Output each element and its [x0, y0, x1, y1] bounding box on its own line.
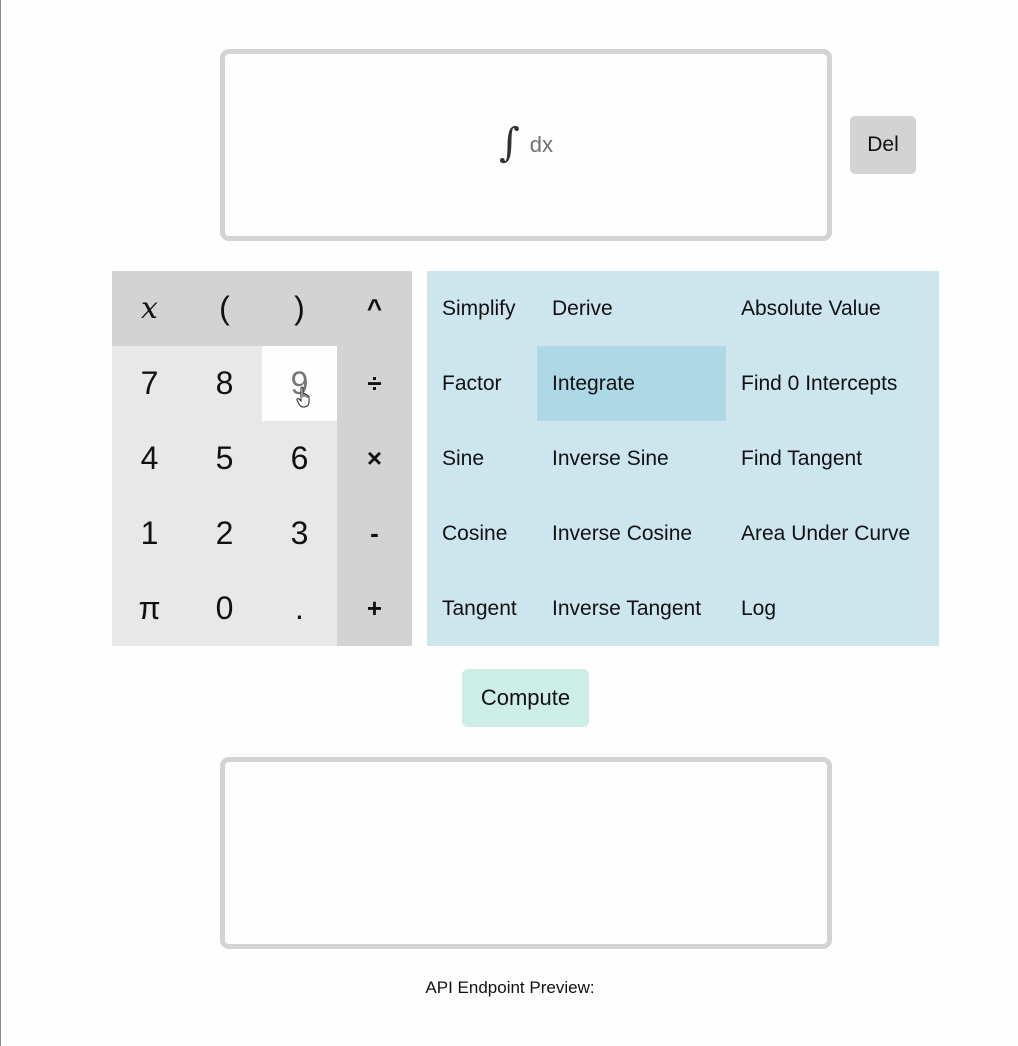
key-label: x: [141, 291, 158, 326]
fn-tangent[interactable]: Tangent: [427, 571, 537, 646]
key-pi[interactable]: π: [112, 571, 187, 646]
differential-label: dx: [529, 132, 554, 157]
key-label: π: [138, 590, 161, 626]
key-x[interactable]: x: [112, 271, 187, 346]
fn-inverse-sine[interactable]: Inverse Sine: [537, 421, 726, 496]
key-close-paren[interactable]: ): [262, 271, 337, 346]
key-decimal[interactable]: .: [262, 571, 337, 646]
keypad: x () ^ 7 8 9 ÷ 4 5 6 × 1 2 3 - π 0. +: [112, 271, 412, 646]
output-display: [220, 757, 832, 949]
key-plus[interactable]: +: [337, 571, 412, 646]
key-label: ÷: [367, 368, 382, 398]
fn-factor[interactable]: Factor: [427, 346, 537, 421]
fn-derive[interactable]: Derive: [537, 271, 726, 346]
key-label: ×: [366, 443, 383, 473]
fn-find-tangent[interactable]: Find Tangent: [726, 421, 939, 496]
key-1[interactable]: 1: [112, 496, 187, 571]
key-2[interactable]: 2: [187, 496, 262, 571]
fn-sine[interactable]: Sine: [427, 421, 537, 496]
function-panel: Simplify Derive Absolute Value Factor Integr…: [427, 271, 939, 646]
key-label: 1: [140, 515, 159, 551]
key-3[interactable]: 3: [262, 496, 337, 571]
key-4[interactable]: 4: [112, 421, 187, 496]
integral-symbol: ∫: [498, 120, 520, 166]
key-0[interactable]: 0: [187, 571, 262, 646]
key-label: 4: [140, 440, 159, 476]
delete-button[interactable]: Del: [850, 116, 916, 174]
key-5[interactable]: 5: [187, 421, 262, 496]
api-endpoint-preview-label: API Endpoint Preview:: [425, 978, 595, 997]
key-divide[interactable]: ÷: [337, 346, 412, 421]
key-label: +: [366, 593, 383, 623]
key-power[interactable]: ^: [337, 271, 412, 346]
fn-cosine[interactable]: Cosine: [427, 496, 537, 571]
key-label: ): [294, 290, 305, 326]
key-label: 7: [140, 365, 159, 401]
key-7[interactable]: 7: [112, 346, 187, 421]
key-label: 2: [215, 515, 234, 551]
key-label: (: [219, 290, 230, 326]
key-minus[interactable]: -: [337, 496, 412, 571]
key-label: 0: [215, 590, 234, 626]
fn-inverse-cosine[interactable]: Inverse Cosine: [537, 496, 726, 571]
key-9[interactable]: 9: [262, 346, 337, 421]
key-label: -: [370, 518, 379, 548]
fn-simplify[interactable]: Simplify: [427, 271, 537, 346]
hand-cursor-icon: [296, 386, 310, 408]
fn-absolute-value[interactable]: Absolute Value: [726, 271, 939, 346]
fn-inverse-tangent[interactable]: Inverse Tangent: [537, 571, 726, 646]
fn-find-zero-intercepts[interactable]: Find 0 Intercepts: [726, 346, 939, 421]
key-label: 6: [290, 440, 309, 476]
fn-area-under-curve[interactable]: Area Under Curve: [726, 496, 939, 571]
key-8[interactable]: 8: [187, 346, 262, 421]
key-label: 8: [215, 365, 234, 401]
key-open-paren[interactable]: (: [187, 271, 262, 346]
expression-input[interactable]: ∫ dx: [220, 49, 832, 241]
key-label: 3: [290, 515, 309, 551]
compute-button[interactable]: Compute: [462, 669, 589, 727]
key-label: 5: [215, 440, 234, 476]
integral-expression: ∫ dx: [498, 120, 554, 166]
key-label: ^: [366, 293, 383, 323]
key-6[interactable]: 6: [262, 421, 337, 496]
fn-integrate[interactable]: Integrate: [537, 346, 726, 421]
fn-log[interactable]: Log: [726, 571, 939, 646]
key-multiply[interactable]: ×: [337, 421, 412, 496]
key-label: .: [295, 590, 304, 626]
